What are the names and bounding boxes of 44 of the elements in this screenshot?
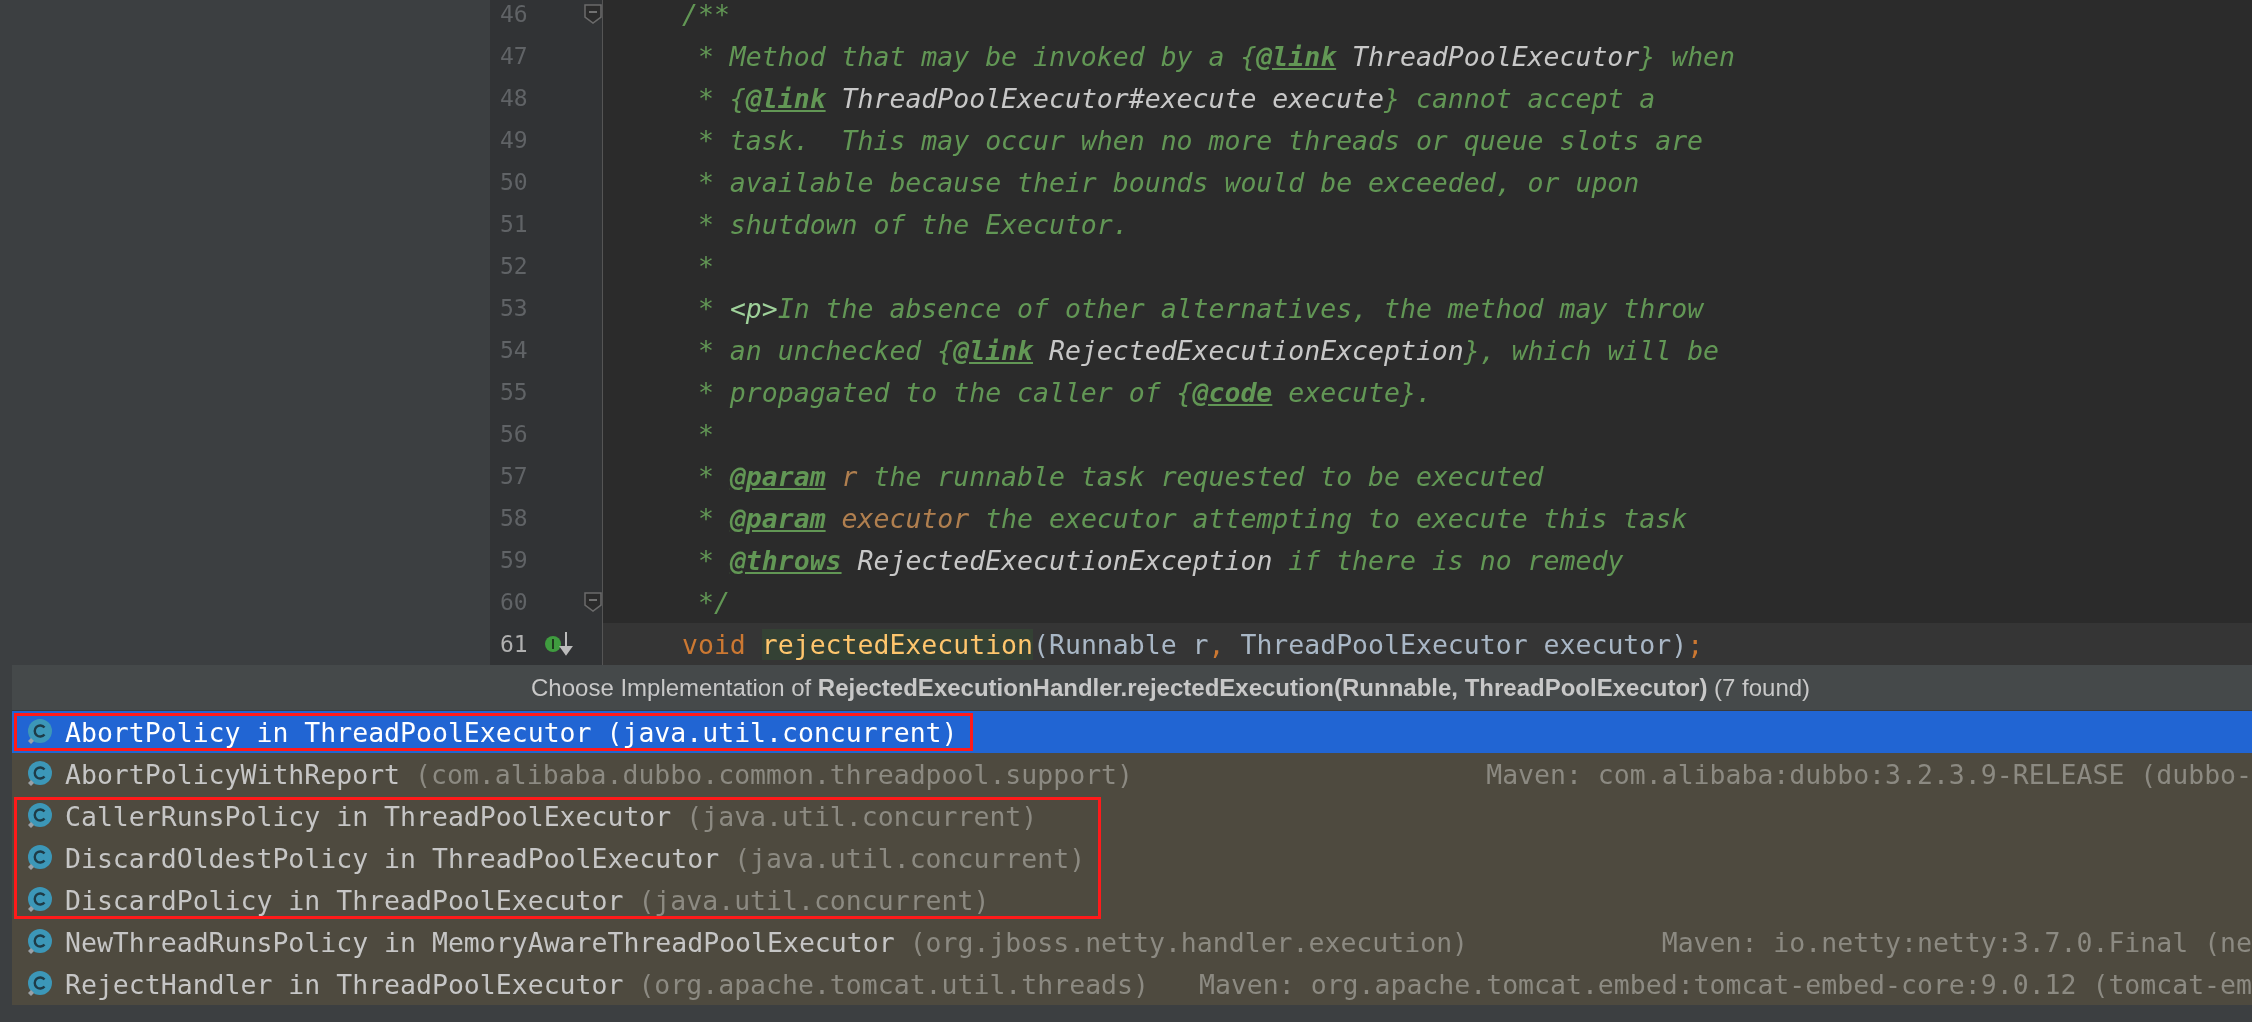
class-name: CallerRunsPolicy in ThreadPoolExecutor [65,800,672,832]
code-line: * @param r the runnable task requested to be executed [696,460,1544,492]
code-line: * an unchecked {@link RejectedExecutionException}, which will be [696,334,1720,366]
implementation-item[interactable]: RejectHandler in ThreadPoolExecutor (org.apache.tomcat.util.threads) Maven: org.apache.tomcat.embed:tomcat-embed-core:9.0.12 (tomcat-em [12,963,2252,1005]
implementation-item[interactable]: DiscardPolicy in ThreadPoolExecutor (java.util.concurrent) [12,879,2252,921]
line-number: 61 [500,631,529,657]
class-name: NewThreadRunsPolicy in MemoryAwareThreadPoolExecutor [65,926,895,958]
code-line: /** [681,0,730,30]
code-line: void rejectedExecution(Runnable r, ThreadPoolExecutor executor); [681,628,1704,660]
library-location: Maven: io.netty:netty:3.7.0.Final (ne [1661,926,2252,958]
implementation-item[interactable]: AbortPolicy in ThreadPoolExecutor (java.util.concurrent) [12,711,2252,753]
package-name: (org.apache.tomcat.util.threads) [638,968,1149,1000]
class-name: DiscardOldestPolicy in ThreadPoolExecutor [65,842,720,874]
implementation-item[interactable]: NewThreadRunsPolicy in MemoryAwareThreadPoolExecutor (org.jboss.netty.handler.execution) Maven: io.netty:netty:3.7.0.Final (ne [12,921,2252,963]
code-line: * [696,250,714,282]
code-line: * shutdown of the Executor. [696,208,1129,240]
implementation-item[interactable]: DiscardOldestPolicy in ThreadPoolExecutor (java.util.concurrent) [12,837,2252,879]
fold-icon[interactable] [584,4,602,24]
package-name: (java.util.concurrent) [606,716,958,748]
code-line: * Method that may be invoked by a {@link ThreadPoolExecutor} when [696,40,1735,72]
implementation-item[interactable]: AbortPolicyWithReport (com.alibaba.dubbo.common.threadpool.support) Maven: com.alibaba:dubbo:3.2.3.9-RELEASE (dubbo- [12,753,2252,795]
fold-icon[interactable] [584,592,602,612]
code-line: * available because their bounds would be exceeded, or upon [696,166,1640,198]
code-line: */ [696,586,730,618]
class-name: DiscardPolicy in ThreadPoolExecutor [65,884,624,916]
class-name: AbortPolicyWithReport [65,758,401,790]
code-line: * propagated to the caller of {@code execute}. [696,376,1432,408]
code-line: * [696,418,714,450]
package-name: (java.util.concurrent) [734,842,1086,874]
class-name: RejectHandler in ThreadPoolExecutor [65,968,624,1000]
popup-title: Choose Implementation of RejectedExecutionHandler.rejectedExecution(Runnable, ThreadPoolExecutor) (7 found) [531,673,1811,702]
implementation-item[interactable]: CallerRunsPolicy in ThreadPoolExecutor (java.util.concurrent) [12,795,2252,837]
package-name: (com.alibaba.dubbo.common.threadpool.support) [415,758,1133,790]
package-name: (java.util.concurrent) [638,884,990,916]
package-name: (org.jboss.netty.handler.execution) [909,926,1469,958]
code-line: * @param executor the executor attempting to execute this task [696,502,1688,534]
code-line: * task. This may occur when no more threads or queue slots are [696,124,1704,156]
code-line: * <p>In the absence of other alternatives, the method may throw [696,292,1704,324]
package-name: (java.util.concurrent) [686,800,1038,832]
library-location: Maven: com.alibaba:dubbo:3.2.3.9-RELEASE (dubbo- [1486,758,2252,790]
library-location: Maven: org.apache.tomcat.embed:tomcat-embed-core:9.0.12 (tomcat-em [1199,968,2252,1000]
code-line: * @throws RejectedExecutionException if there is no remedy [696,544,1624,576]
class-name: AbortPolicy in ThreadPoolExecutor [65,716,592,748]
code-line: * {@link ThreadPoolExecutor#execute execute} cannot accept a [696,82,1656,114]
